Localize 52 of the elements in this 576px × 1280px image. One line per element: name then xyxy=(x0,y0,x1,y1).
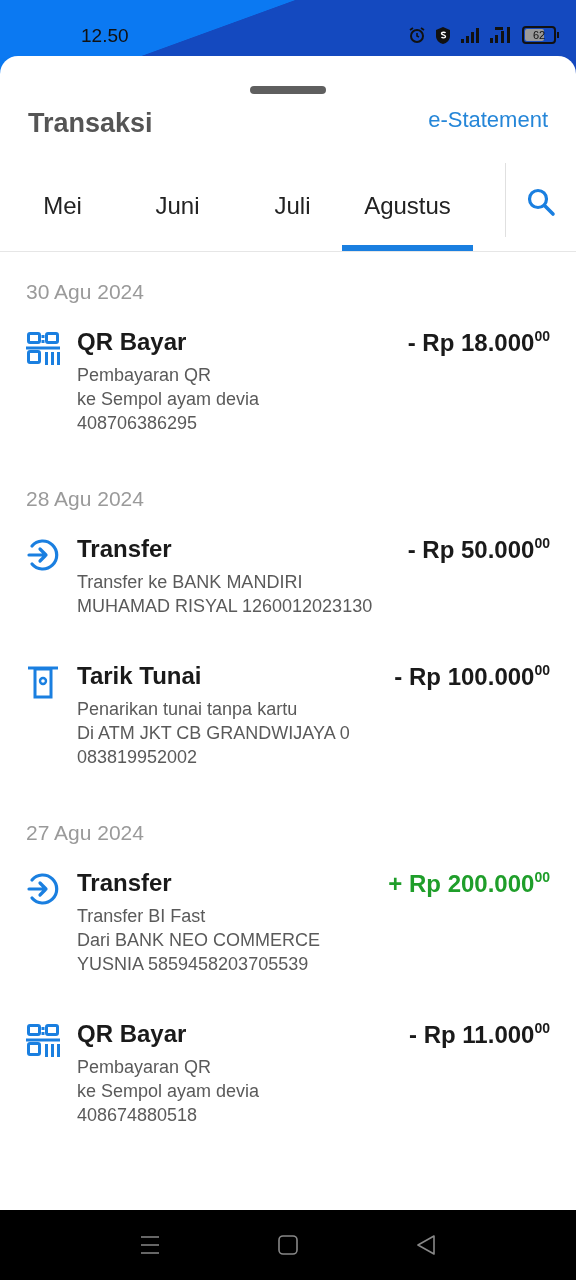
transaction-detail: Pembayaran QR xyxy=(77,1056,213,1079)
transaction-title: QR Bayar xyxy=(77,1020,187,1048)
month-tab[interactable]: Juni xyxy=(120,163,235,251)
transaction-detail: ke Sempol ayam devia xyxy=(77,388,261,411)
transaction-title: QR Bayar xyxy=(77,328,187,356)
transaction-detail: Dari BANK NEO COMMERCE xyxy=(77,929,322,952)
transaction-detail: Di ATM JKT CB GRANDWIJAYA 0 xyxy=(77,722,351,745)
home-icon[interactable] xyxy=(278,1235,298,1255)
transaction-item[interactable]: QR Bayar - Rp 18.000$^{00}$ Pembayaran QR ke Sempol ayam devia 408706386295 xyxy=(26,328,550,459)
transaction-amount: - Rp 100.000$^{00}$ xyxy=(394,662,550,691)
transaction-title: Transfer xyxy=(77,535,172,563)
transaction-amount: + Rp 200.000$^{00}$ xyxy=(388,869,550,898)
qr-code-icon xyxy=(26,331,60,365)
transaction-detail: 408706386295 xyxy=(77,412,199,435)
arrow-circle-icon xyxy=(26,872,60,906)
e-statement-link[interactable]: e-Statement xyxy=(428,106,548,133)
transaction-title: Transfer xyxy=(77,869,172,897)
alarm-icon xyxy=(408,26,426,44)
transaction-item[interactable]: Transfer - Rp 50.000$^{00}$ Transfer ke BANK MANDIRI MUHAMAD RISYAL 1260012023130 xyxy=(26,535,550,642)
mobile-data-signal-icon xyxy=(489,26,513,44)
transaction-detail: ke Sempol ayam devia xyxy=(77,1080,261,1103)
transaction-detail: 408674880518 xyxy=(77,1104,199,1127)
menu-icon[interactable] xyxy=(140,1235,160,1255)
transaction-item[interactable]: Transfer + Rp 200.000$^{00}$ Transfer BI Fast Dari BANK NEO COMMERCE YUSNIA 5859458203705539 xyxy=(26,869,550,1000)
qr-code-icon xyxy=(26,1023,60,1057)
transaction-amount: - Rp 50.000$^{00}$ xyxy=(407,535,550,564)
arrow-circle-icon xyxy=(26,538,60,572)
clock-time: 12.50 xyxy=(81,25,129,47)
transaction-detail: YUSNIA 5859458203705539 xyxy=(77,953,310,976)
back-icon[interactable] xyxy=(416,1235,436,1255)
month-tab[interactable]: Agustus xyxy=(342,163,473,251)
transaction-title: Tarik Tunai xyxy=(77,662,202,690)
transaction-detail: Pembayaran QR xyxy=(77,364,213,387)
search-icon[interactable] xyxy=(526,187,556,217)
page-title: Transaksi xyxy=(28,108,153,139)
drag-handle[interactable] xyxy=(250,86,326,94)
transaction-item[interactable]: QR Bayar - Rp 11.000$^{00}$ Pembayaran QR ke Sempol ayam devia 408674880518 xyxy=(26,1020,550,1151)
date-header: 27 Agu 2024 xyxy=(26,821,145,846)
transaction-amount: - Rp 11.000$^{00}$ xyxy=(409,1020,550,1049)
transaction-item[interactable]: Tarik Tunai - Rp 100.000$^{00}$ Penarikan tunai tanpa kartu Di ATM JKT CB GRANDWIJAYA 0 083819952002 xyxy=(26,662,550,793)
date-header: 30 Agu 2024 xyxy=(26,280,145,305)
transaction-detail: Transfer ke BANK MANDIRI xyxy=(77,571,304,594)
month-tab[interactable]: Mei xyxy=(5,163,120,251)
date-header: 28 Agu 2024 xyxy=(26,487,145,512)
transaction-detail: Penarikan tunai tanpa kartu xyxy=(77,698,299,721)
signal-icon xyxy=(460,27,480,43)
transaction-amount: - Rp 18.000$^{00}$ xyxy=(407,328,550,357)
transaction-detail: 083819952002 xyxy=(77,746,199,769)
transaction-detail: Transfer BI Fast xyxy=(77,905,207,928)
transaction-detail: MUHAMAD RISYAL 1260012023130 xyxy=(77,595,374,618)
shield-icon xyxy=(435,25,451,45)
atm-slot-icon xyxy=(26,665,60,699)
